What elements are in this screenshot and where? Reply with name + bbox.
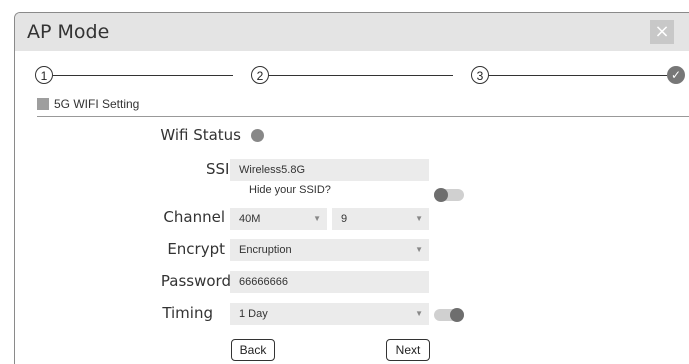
channel-number-select[interactable]: 9 ▼: [332, 208, 429, 230]
dialog-title: AP Mode: [27, 21, 110, 43]
ssid-label: SSID: [205, 160, 241, 178]
next-button[interactable]: Next: [386, 339, 430, 361]
step-3-indicator: 3: [471, 66, 489, 84]
encrypt-label: Encrypt: [167, 240, 225, 258]
timing-select[interactable]: 1 Day ▼: [230, 303, 429, 325]
step-connector: [489, 75, 667, 76]
ap-mode-dialog: AP Mode × 1 2 3 ✓ 5G WIFI Setting Wifi S…: [14, 12, 689, 364]
chevron-down-icon: ▼: [415, 309, 423, 318]
step-1-indicator: 1: [35, 66, 53, 84]
section-square-icon: [37, 98, 49, 110]
step-connector: [53, 75, 233, 76]
back-button[interactable]: Back: [231, 339, 275, 361]
channel-width-select[interactable]: 40M ▼: [230, 208, 327, 230]
channel-width-value: 40M: [239, 213, 261, 225]
encrypt-value: Encruption: [239, 244, 292, 256]
channel-label: Channel: [163, 208, 225, 226]
chevron-down-icon: ▼: [415, 214, 423, 223]
ssid-input[interactable]: Wireless5.8G: [230, 159, 429, 181]
hide-ssid-label: Hide your SSID?: [249, 184, 331, 196]
step-complete-check-icon: ✓: [667, 66, 685, 84]
encrypt-select[interactable]: Encruption ▼: [230, 239, 429, 261]
channel-number-value: 9: [341, 213, 348, 225]
step-progress: 1 2 3 ✓: [35, 66, 685, 86]
password-input[interactable]: 66666666: [230, 271, 429, 293]
step-connector: [269, 75, 453, 76]
timing-value: 1 Day: [239, 308, 268, 320]
password-label: Password: [160, 272, 231, 290]
section-header: 5G WIFI Setting: [37, 97, 139, 111]
section-divider: [37, 116, 689, 117]
chevron-down-icon: ▼: [313, 214, 321, 223]
hide-ssid-toggle[interactable]: [434, 188, 464, 202]
timing-label: Timing: [162, 304, 213, 322]
close-button[interactable]: ×: [650, 20, 674, 44]
toggle-knob: [434, 188, 448, 202]
step-2-indicator: 2: [251, 66, 269, 84]
chevron-down-icon: ▼: [415, 245, 423, 254]
close-icon: ×: [654, 21, 670, 42]
timing-toggle[interactable]: [434, 308, 464, 322]
dialog-titlebar: AP Mode ×: [15, 13, 689, 51]
section-title: 5G WIFI Setting: [54, 97, 140, 111]
wifi-status-indicator[interactable]: [251, 129, 264, 142]
toggle-knob: [450, 308, 464, 322]
wifi-status-label: Wifi Status: [160, 126, 241, 144]
